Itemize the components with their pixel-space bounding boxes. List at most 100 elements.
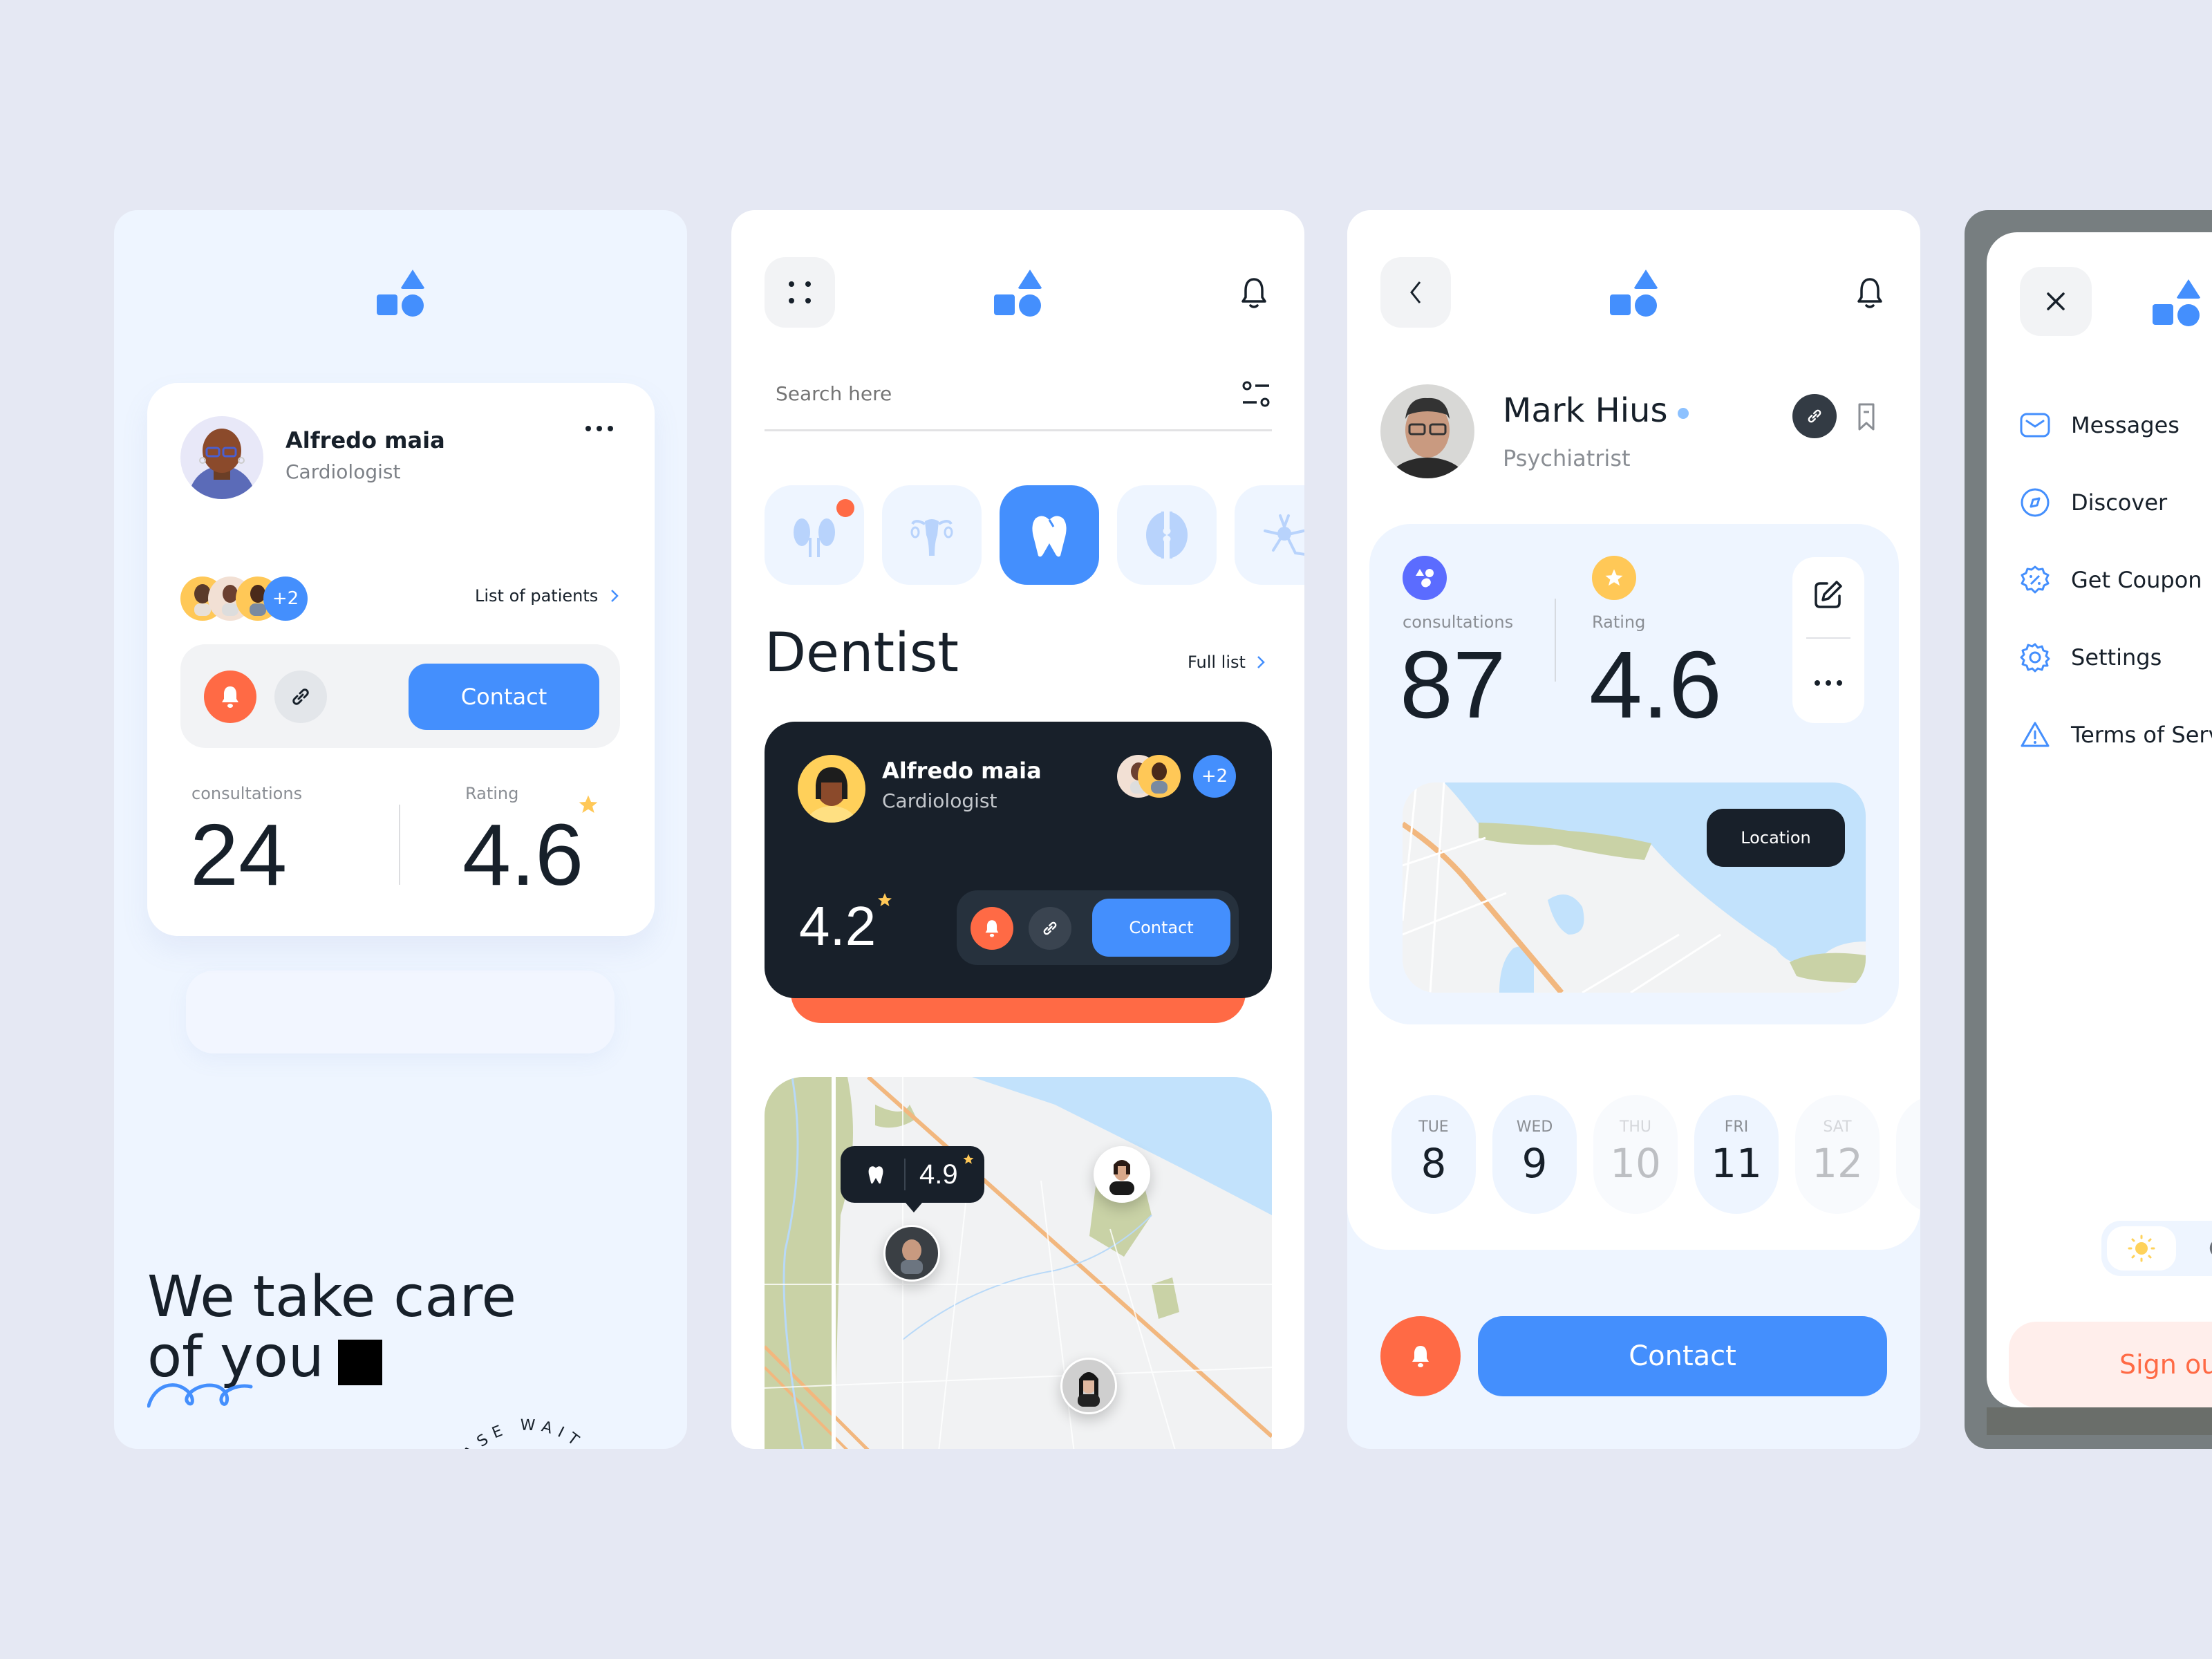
app-logo: [1610, 270, 1658, 317]
compass-icon: [2021, 488, 2050, 517]
doctor-map-pin[interactable]: [883, 1225, 940, 1282]
tooltip-divider: [904, 1159, 906, 1190]
stats-and-location: consultations 87 Rating 4.6 Location: [1369, 524, 1899, 1024]
location-map[interactable]: Location: [1403, 782, 1866, 993]
theme-toggle[interactable]: [2101, 1221, 2212, 1276]
bell-icon[interactable]: [1855, 276, 1885, 311]
bookmark-icon[interactable]: [1857, 402, 1875, 431]
link-icon: [292, 688, 309, 705]
category-neuron[interactable]: [1235, 485, 1304, 585]
headline: We take care of you: [147, 1264, 516, 1388]
share-link-button[interactable]: [274, 671, 327, 723]
headline-line-1: We take care: [147, 1264, 516, 1330]
category-joint[interactable]: [1117, 485, 1217, 585]
category-uterus[interactable]: [882, 485, 982, 585]
notify-button[interactable]: [1380, 1316, 1461, 1396]
neuron-icon: [1264, 514, 1304, 556]
menu-sheet: Messages Discover Get Coupon Settings Te…: [1987, 232, 2212, 1407]
contact-button[interactable]: Contact: [1092, 899, 1230, 957]
patient-count-badge: +2: [1193, 755, 1236, 798]
panel-doctor-profile: Mark Hius Psychiatrist consultations 87 …: [1347, 210, 1920, 1449]
consultations-value: 24: [190, 806, 288, 903]
filter-icon[interactable]: [1241, 380, 1271, 408]
list-of-patients-link[interactable]: List of patients: [475, 586, 619, 606]
day-number: 10: [1610, 1140, 1661, 1187]
action-bar: Contact: [957, 890, 1239, 965]
notify-button[interactable]: [204, 671, 256, 723]
menu-item-discover[interactable]: Discover: [2020, 485, 2167, 520]
share-link-button[interactable]: [1792, 394, 1837, 438]
consultations-label: consultations: [1403, 612, 1514, 632]
category-tooth[interactable]: [1000, 485, 1099, 585]
edit-icon[interactable]: [1813, 579, 1844, 610]
moon-icon: [2209, 1241, 2212, 1255]
day-option[interactable]: WED 9: [1492, 1095, 1577, 1214]
share-link-button[interactable]: [1029, 907, 1071, 950]
bell-icon[interactable]: [1239, 276, 1269, 311]
menu-item-messages[interactable]: Messages: [2020, 408, 2180, 442]
action-bar: Contact: [180, 644, 620, 748]
menu-item-settings[interactable]: Settings: [2020, 640, 2162, 675]
featured-doctor-card[interactable]: Alfredo maia Cardiologist +2 4.2 Contact: [765, 722, 1272, 998]
search-field[interactable]: [765, 362, 1272, 431]
patient-avatars[interactable]: +2: [1117, 755, 1255, 803]
section-title: Dentist: [765, 622, 959, 684]
doctors-map[interactable]: 4.9: [765, 1077, 1272, 1449]
sign-out-button[interactable]: Sign ou: [2009, 1322, 2212, 1407]
doctor-name: Alfredo maia: [285, 427, 445, 453]
category-kidney[interactable]: [765, 485, 864, 585]
contact-button[interactable]: Contact: [1478, 1316, 1887, 1396]
warning-icon: [2021, 722, 2050, 747]
app-logo: [994, 270, 1042, 317]
day-option[interactable]: SAT 12: [1795, 1095, 1880, 1214]
bell-icon: [222, 686, 238, 708]
menu-label: Messages: [2071, 412, 2180, 438]
panel-doctor-overview: Alfredo maia Cardiologist +2 List of pat…: [114, 210, 687, 1449]
contact-button[interactable]: Contact: [409, 664, 599, 730]
rating-label: Rating: [465, 784, 519, 803]
star-icon: [963, 1154, 974, 1164]
location-button[interactable]: Location: [1707, 809, 1845, 867]
day-option[interactable]: TUE 8: [1391, 1095, 1476, 1214]
card-stack-shadow: [186, 971, 615, 1053]
star-icon: [579, 795, 598, 813]
panel-specialty-search: Dentist Full list Alfredo maia Cardiolog…: [731, 210, 1304, 1449]
chevron-left-icon: [1410, 281, 1421, 303]
menu-item-get-coupon[interactable]: Get Coupon: [2020, 563, 2202, 597]
day-of-week: THU: [1619, 1118, 1652, 1136]
close-button[interactable]: [2020, 267, 2092, 336]
circular-text: PLEASE WAIT - PLEASE WAIT -: [443, 1417, 609, 1449]
online-status-dot: [1678, 408, 1689, 419]
theme-dark-option[interactable]: [2195, 1226, 2212, 1271]
chevron-right-icon: [1257, 656, 1265, 668]
doctor-name: Alfredo maia: [882, 758, 1042, 784]
menu-item-terms[interactable]: Terms of Serv: [2020, 718, 2212, 752]
more-horizontal-icon[interactable]: [1813, 679, 1844, 687]
doctor-card[interactable]: Alfredo maia Cardiologist +2 List of pat…: [147, 383, 655, 936]
day-option[interactable]: THU 10: [1593, 1095, 1678, 1214]
menu-label: Terms of Serv: [2071, 722, 2212, 748]
background-map-strip: [1987, 1407, 2212, 1435]
search-input[interactable]: [765, 376, 1179, 411]
day-number: 8: [1421, 1140, 1447, 1187]
pills-icon: [1416, 569, 1434, 588]
more-options-button[interactable]: [584, 424, 615, 433]
menu-grid-button[interactable]: [765, 257, 835, 328]
consultations-value: 87: [1400, 632, 1506, 738]
doctor-specialty: Cardiologist: [285, 460, 401, 483]
notify-button[interactable]: [971, 907, 1013, 950]
chevron-right-icon: [611, 590, 619, 602]
back-button[interactable]: [1380, 257, 1451, 328]
day-of-week: SAT: [1823, 1118, 1852, 1136]
tooltip-pointer: [906, 1203, 922, 1212]
theme-light-option[interactable]: [2107, 1226, 2176, 1271]
menu-label: Get Coupon: [2071, 567, 2202, 593]
full-list-link[interactable]: Full list: [1188, 653, 1265, 672]
tooth-icon: [868, 1166, 883, 1184]
doctor-map-pin[interactable]: [1094, 1146, 1150, 1203]
day-option[interactable]: FRI 11: [1694, 1095, 1779, 1214]
doctor-map-pin[interactable]: [1060, 1358, 1117, 1414]
please-wait-badge[interactable]: PLEASE WAIT - PLEASE WAIT -: [439, 1413, 619, 1449]
patient-avatars[interactable]: +2: [180, 577, 332, 625]
rating-value: 4.6: [1589, 632, 1722, 738]
